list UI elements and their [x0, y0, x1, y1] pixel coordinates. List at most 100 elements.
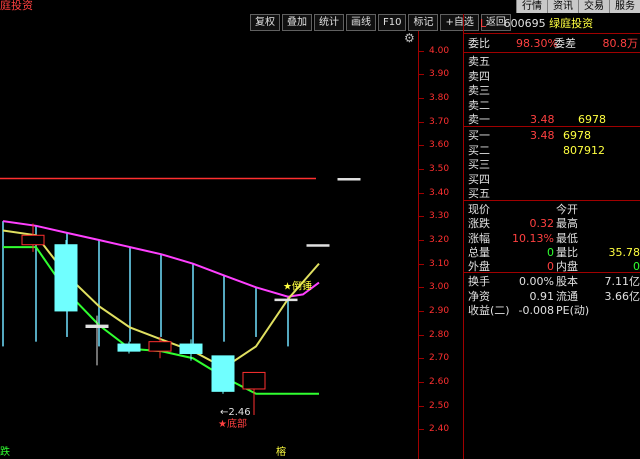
- candle-body: [337, 178, 361, 181]
- quote-panel: L 600695 绿庭投资 委比 98.30% 委差 80.8万 卖五 卖四 卖三卖…: [463, 14, 640, 459]
- menu-fuwu[interactable]: 服务: [609, 0, 640, 13]
- candle-body: [179, 343, 203, 355]
- y-tick-label: 3.00: [429, 282, 450, 293]
- y-tick: [418, 145, 424, 147]
- top-menu: 行情 资讯 交易 服务: [516, 0, 640, 13]
- stat-label: 涨跌: [468, 217, 490, 231]
- sell-price: 3.48: [530, 113, 555, 126]
- stat2-value-2: 3.66亿: [604, 289, 640, 303]
- y-tick-label: 3.80: [429, 93, 450, 104]
- settings-icon[interactable]: ⚙: [404, 31, 415, 45]
- sell-label: 卖一: [468, 113, 490, 126]
- stat-value: 0: [547, 245, 554, 259]
- sell-row: 卖五: [468, 54, 638, 69]
- y-tick: [418, 50, 424, 52]
- y-tick-label: 2.40: [429, 424, 450, 435]
- y-tick: [418, 381, 424, 383]
- y-tick-label: 3.70: [429, 116, 450, 127]
- chart-annotation: ★底部: [218, 417, 247, 430]
- y-tick-label: 2.60: [429, 376, 450, 387]
- stat-label-2: 最低: [556, 231, 578, 245]
- sell-volume: 6978: [578, 113, 606, 126]
- candle-body: [54, 244, 78, 312]
- tongji-button[interactable]: 统计: [314, 14, 344, 31]
- buy-row: 买二 807912: [468, 143, 638, 158]
- stat2-label-2: 股本: [556, 275, 578, 288]
- weibi-value: 98.30%: [516, 37, 558, 50]
- stat2-value: -0.008: [518, 304, 554, 317]
- fuquan-button[interactable]: 复权: [250, 14, 280, 31]
- candle-body: [274, 298, 298, 302]
- y-tick: [418, 429, 424, 431]
- menu-hangqing[interactable]: 行情: [516, 0, 547, 13]
- huaxian-button[interactable]: 画线: [346, 14, 376, 31]
- y-tick-label: 3.30: [429, 211, 450, 222]
- f10-button[interactable]: F10: [378, 14, 407, 31]
- buy-volume: 807912: [563, 143, 605, 157]
- sell-row: 卖四: [468, 69, 638, 84]
- top-bar: 庭投资 行情 资讯 交易 服务: [0, 0, 640, 13]
- stat2-label-2: PE(动): [556, 304, 590, 317]
- y-tick-label: 2.80: [429, 329, 450, 340]
- y-tick-label: 2.50: [429, 400, 450, 411]
- candle-body: [85, 324, 109, 328]
- stat2-label-2: 流通: [556, 289, 578, 303]
- stat-value-2: 35.78: [608, 245, 640, 259]
- stat2-label: 收益(二): [468, 304, 510, 317]
- buy-label: 买二: [468, 143, 490, 157]
- y-tick: [418, 98, 424, 100]
- biaoji-button[interactable]: 标记: [408, 14, 439, 31]
- chart-annotation: ★倒锤: [283, 280, 312, 293]
- y-tick: [418, 358, 424, 360]
- buy-row: 买一 3.48 6978: [468, 128, 638, 143]
- stat-row: 现价 今开: [468, 202, 640, 217]
- stat-row: 涨跌 0.32 最高: [468, 216, 640, 231]
- price-axis: 4.00 3.90 3.80 3.70 3.60 3.50 3.40 3.30 3.20 3.10…: [418, 31, 462, 459]
- y-tick: [418, 287, 424, 289]
- y-tick: [418, 192, 424, 194]
- chart-annotation: 跌: [0, 445, 10, 458]
- stat-row: 总量 0 量比 35.78: [468, 245, 640, 260]
- stat2-row: 收益(二) -0.008 PE(动): [468, 303, 640, 318]
- buy-price: 3.48: [530, 129, 555, 142]
- stat-label-2: 今开: [556, 203, 578, 216]
- stock-header: L 600695 绿庭投资: [468, 16, 593, 31]
- sell-label: 卖四: [468, 69, 490, 83]
- diejia-button[interactable]: 叠加: [282, 14, 312, 31]
- menu-zixun[interactable]: 资讯: [547, 0, 578, 13]
- sell-label: 卖二: [468, 98, 490, 112]
- buy-row: 买三: [468, 157, 638, 172]
- candle-body: [211, 355, 235, 392]
- y-tick-label: 3.90: [429, 69, 450, 80]
- buy-row: 买五: [468, 186, 638, 201]
- candle-body: [21, 234, 45, 246]
- y-tick-label: 3.50: [429, 164, 450, 175]
- stat2-value-2: 7.11亿: [604, 275, 640, 288]
- y-tick-label: 2.70: [429, 353, 450, 364]
- stat2-row: 换手 0.00% 股本 7.11亿: [468, 274, 640, 289]
- window-title: 庭投资: [0, 0, 33, 12]
- y-tick: [418, 310, 424, 312]
- sell-label: 卖三: [468, 84, 490, 97]
- stat-value: 0.32: [529, 217, 555, 231]
- stat2-row: 净资 0.91 流通 3.66亿: [468, 289, 640, 304]
- y-tick-label: 4.00: [429, 45, 450, 56]
- axis-line: [418, 31, 419, 459]
- weicha-value: 80.8万: [602, 37, 639, 50]
- buy-volume: 6978: [563, 129, 591, 142]
- candle-body: [148, 341, 172, 352]
- chart-annotation: 榕: [276, 445, 286, 458]
- stock-name: 绿庭投资: [549, 17, 594, 30]
- stat-row: 涨幅 10.13% 最低: [468, 231, 640, 246]
- stat-label-2: 量比: [556, 245, 578, 259]
- stock-flag: L: [480, 17, 487, 30]
- sell-row: 卖二: [468, 98, 638, 113]
- stat-value: 10.13%: [512, 231, 554, 245]
- menu-jiaoyi[interactable]: 交易: [578, 0, 609, 13]
- kline-chart[interactable]: ★倒锤 ←2.46★底部跌 榕: [0, 31, 462, 459]
- stat2-value: 0.00%: [519, 275, 554, 288]
- y-tick-label: 3.20: [429, 235, 450, 245]
- stat-label-2: 最高: [556, 217, 578, 231]
- y-tick: [418, 263, 424, 265]
- buy-label: 买一: [468, 129, 490, 142]
